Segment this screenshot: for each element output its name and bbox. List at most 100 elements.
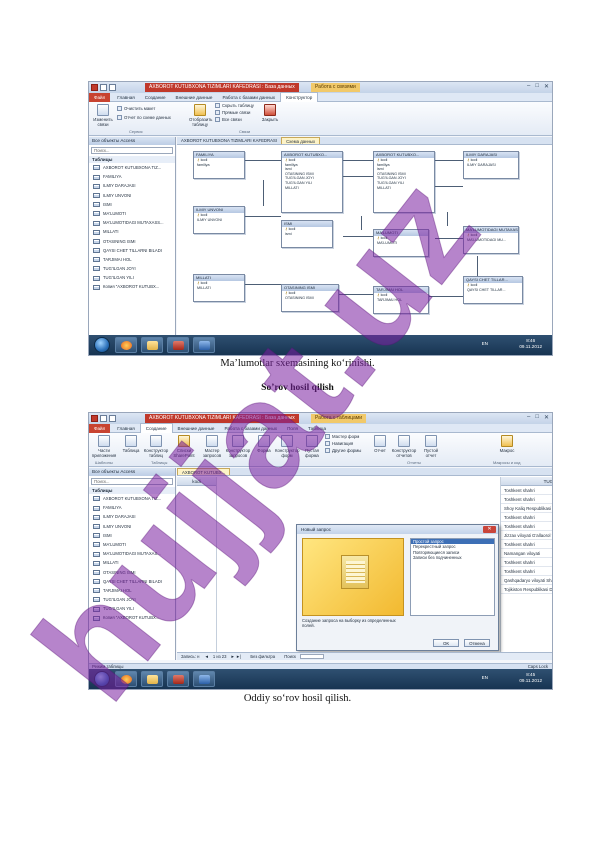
edit-relations-button[interactable]: Изменить связи (92, 104, 114, 127)
table-button[interactable]: Таблица (121, 435, 141, 453)
birthplace-cell[interactable]: Tojikiston Respublikasi Dushanbe shahri (501, 585, 552, 594)
key-column-header[interactable]: kodi (177, 477, 216, 486)
access-taskbar-icon[interactable] (167, 337, 189, 353)
undo-icon[interactable] (109, 84, 116, 91)
quick-access-toolbar[interactable] (91, 84, 116, 91)
record-position[interactable]: 1 из 23 (213, 654, 227, 659)
nav-table-item[interactable]: TARJIMAI HOL (89, 586, 175, 595)
hide-table-button[interactable]: Скрыть таблицу (215, 103, 254, 109)
form-wizard-button[interactable]: Мастер форм (325, 434, 359, 440)
form-designer-button[interactable]: Конструктор форм (275, 435, 300, 458)
taskbar-clock[interactable]: 8:46 09.11.2012 (519, 338, 542, 350)
blank-form-button[interactable]: Пустая форма (301, 435, 323, 458)
birthplace-cell[interactable]: Qashqadaryo viloyati Shahrisabz shahri (501, 576, 552, 585)
nav-table-item[interactable]: ILMIY UNVONI (89, 191, 175, 200)
schema-table[interactable]: FAMILIYAkodifamiliya (193, 151, 245, 179)
access-taskbar-icon[interactable] (167, 671, 189, 687)
word-taskbar-icon[interactable] (193, 671, 215, 687)
birthplace-cell[interactable]: Namangan viloyati (501, 549, 552, 558)
schema-table[interactable]: TARJIMAI HOLkodiTARJIMAI HOL (373, 286, 429, 314)
tab-table[interactable]: Таблица (303, 424, 331, 433)
clear-layout-button[interactable]: Очистить макет (117, 106, 155, 112)
tab-fields[interactable]: Поля (282, 424, 303, 433)
nav-search-input[interactable]: Поиск... (91, 147, 173, 154)
report-button[interactable]: Отчет (371, 435, 389, 453)
close-relations-button[interactable]: Закрыть (259, 104, 281, 122)
start-button-icon[interactable] (94, 671, 110, 687)
tab-file[interactable]: Файл (89, 92, 111, 102)
start-button-icon[interactable] (94, 337, 110, 353)
nav-table-item[interactable]: ILMIY UNVONI (89, 522, 175, 531)
birthplace-column-header[interactable]: TUG'ILGAN JOYI (501, 477, 552, 486)
nav-table-item[interactable]: MA'LUMOTIDAGI MUTAXAS... (89, 549, 175, 558)
language-indicator[interactable]: EN (482, 341, 488, 346)
minimize-button[interactable]: – (527, 83, 530, 90)
tab-file[interactable]: Файл (89, 423, 111, 433)
direct-relations-button[interactable]: Прямые связи (215, 110, 250, 116)
doc-tab-table[interactable]: AXBOROT KUTUBX... (177, 468, 231, 475)
schema-table[interactable]: QAYSI CHET TILLAR...kodiQAYSI CHET TILLA… (463, 276, 523, 304)
undo-icon[interactable] (109, 415, 116, 422)
birthplace-cell[interactable]: Jizzax viloyati G'allaorol tumani (501, 531, 552, 540)
tab-external-data[interactable]: Внешние данные (171, 93, 218, 102)
navigation-button[interactable]: Навигация (325, 441, 353, 447)
schema-table[interactable]: ISMIkodiismi (281, 220, 333, 248)
nav-table-item[interactable]: ILMIY DARAJASI (89, 512, 175, 521)
birthplace-cell[interactable]: Toshkent shahri (501, 513, 552, 522)
nav-search-input[interactable]: Поиск... (91, 478, 173, 485)
record-first-prev[interactable]: ◄ (205, 654, 209, 659)
nav-table-item[interactable]: MA'LUMOTIDAGI MUTAXASS... (89, 218, 175, 227)
tab-database-tools[interactable]: Работа с базами данных (219, 424, 282, 433)
nav-table-item[interactable]: Копия "AXBOROT KUTUBX... (89, 613, 175, 622)
quick-access-toolbar[interactable] (91, 415, 116, 422)
schema-table[interactable]: MILLATIkodiMILLATI (193, 274, 245, 302)
other-forms-button[interactable]: Другие формы (325, 448, 361, 454)
nav-table-item[interactable]: AXBOROT KUTUBXONA TIZ... (89, 163, 175, 172)
firefox-taskbar-icon[interactable] (115, 671, 137, 687)
close-button[interactable]: ✕ (544, 83, 549, 90)
ok-button[interactable]: ОК (433, 639, 459, 647)
nav-table-item[interactable]: QAYSI CHET TILLARNI BILADI (89, 577, 175, 586)
tab-create[interactable]: Создание (140, 93, 171, 102)
tab-external-data[interactable]: Внешние данные (173, 424, 220, 433)
nav-table-item[interactable]: AXBOROT KUTUBXONA TIZ... (89, 494, 175, 503)
nav-header[interactable]: Все объекты Access (89, 468, 175, 476)
language-indicator[interactable]: EN (482, 675, 488, 680)
nav-table-item[interactable]: ISMI (89, 531, 175, 540)
minimize-button[interactable]: – (527, 414, 530, 421)
explorer-taskbar-icon[interactable] (141, 671, 163, 687)
cancel-button[interactable]: Отмена (464, 639, 490, 647)
save-icon[interactable] (100, 84, 107, 91)
schema-table[interactable]: OTASINING ISMIkodiOTASINING ISMI (281, 284, 339, 312)
maximize-button[interactable]: □ (535, 414, 539, 421)
nav-table-item[interactable]: MILLATI (89, 558, 175, 567)
tab-create[interactable]: Создание (139, 423, 173, 433)
doc-tab-table[interactable]: AXBOROT KUTUBXONA TIZIMLARI KAFEDRASI (177, 137, 281, 144)
blank-report-button[interactable]: Пустой отчет (419, 435, 443, 458)
nav-table-item[interactable]: ILMIY DARAJASI (89, 181, 175, 190)
nav-table-item[interactable]: TUG'ILGAN YILI (89, 273, 175, 282)
schema-table[interactable]: AXBOROT KUTUBXO...kodifamiliyaismiOTASIN… (281, 151, 343, 213)
nav-table-item[interactable]: MA'LUMOTI (89, 209, 175, 218)
tab-home[interactable]: Главная (112, 93, 139, 102)
nav-category-tables[interactable]: Таблицы (89, 487, 175, 494)
all-relations-button[interactable]: Все связи (215, 117, 242, 123)
nav-table-item[interactable]: TUG'ILGAN JOYI (89, 595, 175, 604)
firefox-taskbar-icon[interactable] (115, 337, 137, 353)
dialog-close-button[interactable]: ✕ (483, 526, 496, 533)
macro-button[interactable]: Макрос (497, 435, 517, 453)
birthplace-cell[interactable]: Toshkent shahri (501, 522, 552, 531)
schema-table[interactable]: AXBOROT KUTUBXO...kodifamiliyaismiOTASIN… (373, 151, 435, 213)
nav-table-item[interactable]: FAMILIYA (89, 172, 175, 181)
taskbar-clock[interactable]: 8:45 09.11.2012 (519, 672, 542, 684)
nav-table-item[interactable]: FAMILIYA (89, 503, 175, 512)
nav-table-item[interactable]: TUG'ILGAN JOYI (89, 264, 175, 273)
birthplace-cell[interactable]: Toshkent shahri (501, 558, 552, 567)
record-next-last[interactable]: ► ►| (231, 654, 242, 659)
schema-table[interactable]: ILMIY UNVONIkodiILMIY UNVONI (193, 206, 245, 234)
nav-table-item[interactable]: MILLATI (89, 227, 175, 236)
show-table-button[interactable]: Отобразить таблицу (189, 104, 212, 127)
query-designer-button[interactable]: Конструктор запросов (225, 435, 251, 458)
query-type-option[interactable]: Записи без подчиненных (411, 555, 494, 560)
maximize-button[interactable]: □ (535, 83, 539, 90)
